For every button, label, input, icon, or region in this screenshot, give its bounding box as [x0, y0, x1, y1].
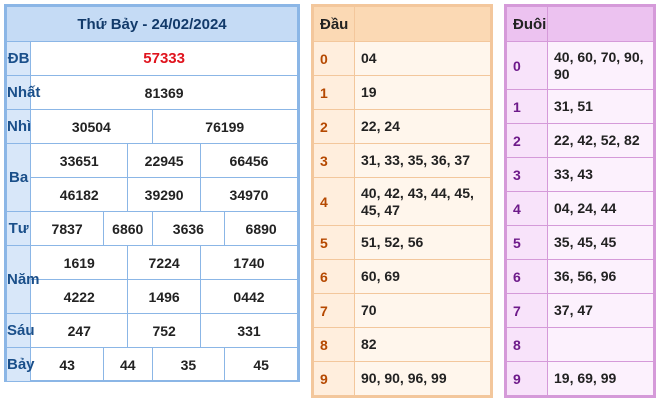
prize-third-number: 39290: [127, 177, 201, 212]
tail-digit: 8: [506, 327, 548, 362]
head-values: 19: [354, 75, 491, 110]
prize-fourth-number: 3636: [151, 211, 226, 246]
prize-fifth-number: 7224: [127, 245, 201, 280]
prize-sixth-number: 752: [127, 313, 201, 348]
tail-values: 40, 60, 70, 90, 90: [547, 41, 654, 90]
tail-values: 19, 69, 99: [547, 361, 654, 396]
tail-digit: 6: [506, 259, 548, 294]
prize-sixth-number: 247: [30, 313, 129, 348]
tail-header-values: [547, 6, 654, 42]
prize-second-number: 76199: [151, 109, 298, 144]
head-digit: 0: [313, 41, 355, 76]
prize-label-first: Nhất: [5, 75, 40, 110]
prize-seventh-number: 43: [30, 347, 104, 382]
tail-header-label: Đuôi: [506, 6, 548, 42]
head-values: 51, 52, 56: [354, 225, 491, 260]
prize-fourth-number: 6860: [103, 211, 153, 246]
head-digit: 8: [313, 327, 355, 362]
tail-digit: 3: [506, 157, 548, 192]
tail-digit: 0: [506, 41, 548, 90]
head-values: 90, 90, 96, 99: [354, 361, 491, 396]
lottery-result-table: Thứ Bảy - 24/02/2024 ĐB 57333 Nhất 81369…: [4, 4, 300, 382]
prize-third-number: 22945: [127, 143, 201, 178]
prize-third-number: 34970: [200, 177, 298, 212]
prize-third-number: 66456: [200, 143, 298, 178]
head-digit: 3: [313, 143, 355, 178]
head-digit: 4: [313, 177, 355, 226]
prize-label-special: ĐB: [5, 41, 32, 76]
prize-seventh-number: 45: [224, 347, 298, 382]
prize-label-fourth: Tư: [5, 211, 32, 246]
tail-values: 04, 24, 44: [547, 191, 654, 226]
tail-digit: 9: [506, 361, 548, 396]
head-values: 40, 42, 43, 44, 45, 45, 47: [354, 177, 491, 226]
prize-third-number: 33651: [30, 143, 129, 178]
prize-third-number: 46182: [30, 177, 129, 212]
prize-special-number: 57333: [30, 41, 298, 76]
head-header-label: Đầu: [313, 6, 355, 42]
head-values: 04: [354, 41, 491, 76]
tail-values: 33, 43: [547, 157, 654, 192]
prize-first-number: 81369: [30, 75, 298, 110]
prize-seventh-number: 35: [151, 347, 226, 382]
tail-values: 35, 45, 45: [547, 225, 654, 260]
head-digit-table: Đầu 0 04 1 19 2 22, 24 3 31, 33, 35, 36, 37 …: [311, 4, 493, 398]
head-digit: 1: [313, 75, 355, 110]
tail-digit-table: Đuôi 0 40, 60, 70, 90, 90 1 31, 51 2 22, 42…: [504, 4, 656, 398]
prize-fourth-number: 6890: [224, 211, 298, 246]
head-digit: 6: [313, 259, 355, 294]
result-date-title: Thứ Bảy - 24/02/2024: [6, 6, 298, 42]
head-digit: 2: [313, 109, 355, 144]
tail-digit: 7: [506, 293, 548, 328]
prize-fifth-number: 0442: [200, 279, 298, 314]
head-digit: 9: [313, 361, 355, 396]
prize-label-sixth: Sáu: [5, 313, 35, 348]
head-values: 22, 24: [354, 109, 491, 144]
tail-digit: 4: [506, 191, 548, 226]
tail-values: 37, 47: [547, 293, 654, 328]
tail-values: 36, 56, 96: [547, 259, 654, 294]
tail-values: 22, 42, 52, 82: [547, 123, 654, 158]
tail-values: 31, 51: [547, 89, 654, 124]
prize-fourth-number: 7837: [30, 211, 104, 246]
tail-digit: 1: [506, 89, 548, 124]
head-digit: 5: [313, 225, 355, 260]
head-digit: 7: [313, 293, 355, 328]
prize-sixth-number: 331: [200, 313, 298, 348]
prize-fifth-number: 1740: [200, 245, 298, 280]
prize-label-fifth: Năm: [5, 245, 40, 314]
prize-fifth-number: 4222: [30, 279, 129, 314]
tail-values: [547, 327, 654, 362]
head-values: 60, 69: [354, 259, 491, 294]
tail-digit: 2: [506, 123, 548, 158]
head-values: 70: [354, 293, 491, 328]
head-header-values: [354, 6, 491, 42]
prize-label-second: Nhì: [5, 109, 32, 144]
prize-label-seventh: Bảy: [5, 347, 35, 382]
prize-second-number: 30504: [30, 109, 153, 144]
prize-seventh-number: 44: [103, 347, 153, 382]
head-values: 31, 33, 35, 36, 37: [354, 143, 491, 178]
tail-digit: 5: [506, 225, 548, 260]
head-values: 82: [354, 327, 491, 362]
prize-label-third: Ba: [5, 143, 32, 212]
prize-fifth-number: 1619: [30, 245, 129, 280]
prize-fifth-number: 1496: [127, 279, 201, 314]
